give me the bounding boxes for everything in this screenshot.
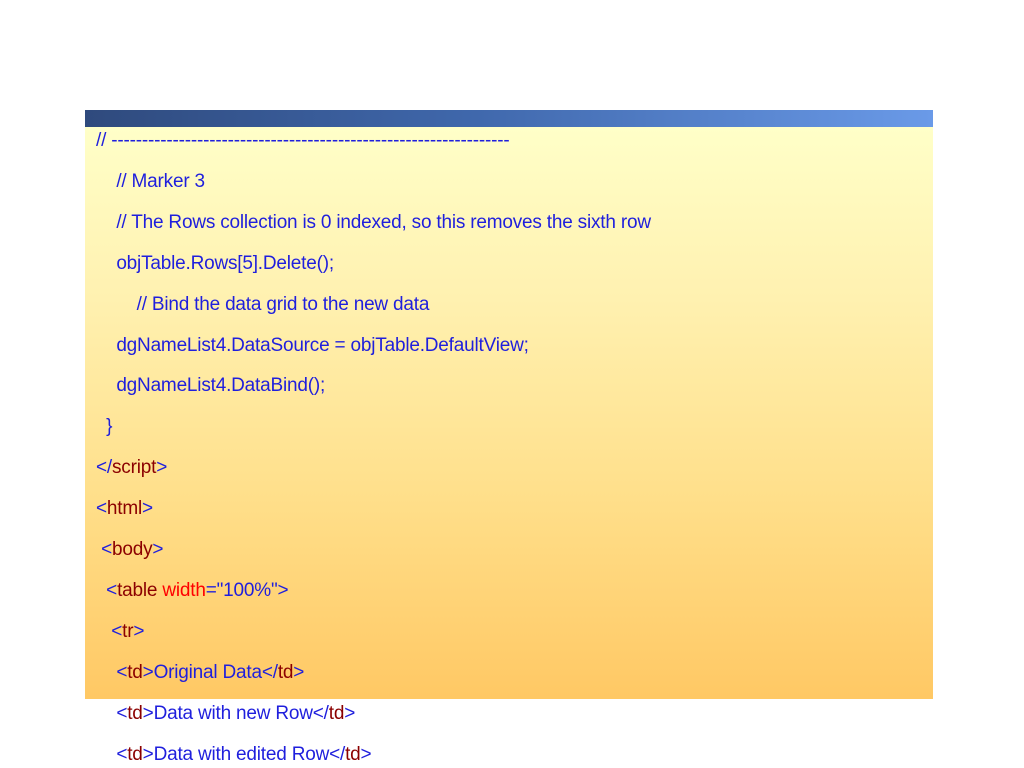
- code-line: dgNameList4.DataBind();: [96, 374, 325, 398]
- code-token: // Bind the data grid to the new data: [96, 293, 430, 315]
- code-token: <: [96, 661, 128, 683]
- code-token: td: [127, 743, 143, 765]
- code-token: >: [142, 498, 153, 520]
- code-token: script: [111, 457, 157, 479]
- code-token: ="100%">: [205, 579, 289, 601]
- code-token: td: [277, 661, 294, 683]
- code-token: >: [133, 620, 145, 642]
- code-line: </script>: [96, 456, 167, 480]
- code-token: >Data with new Row</: [142, 702, 329, 724]
- code-token: >: [293, 661, 305, 683]
- code-line: <td>Data with edited Row</td>: [96, 743, 371, 767]
- code-token: td: [127, 702, 143, 724]
- code-token: <: [96, 539, 112, 560]
- code-token: >: [152, 539, 164, 560]
- code-token: td: [345, 743, 361, 765]
- code-token: html: [106, 498, 143, 520]
- code-token: >Original Data</: [142, 661, 278, 683]
- code-token: width: [162, 579, 206, 601]
- code-token: >Data with edited Row</: [142, 743, 346, 765]
- code-line: objTable.Rows[5].Delete();: [96, 252, 334, 276]
- code-line: <tr>: [96, 620, 144, 644]
- code-token: <: [96, 702, 128, 724]
- code-token: objTable.Rows[5].Delete();: [96, 252, 334, 274]
- code-token: body: [111, 539, 153, 560]
- code-token: <: [96, 620, 123, 642]
- code-token: td: [328, 702, 345, 724]
- title-bar: [85, 110, 933, 127]
- code-line: <html>: [96, 497, 153, 521]
- code-token: td: [127, 661, 143, 683]
- code-line: }: [96, 415, 112, 439]
- code-line: // Marker 3: [96, 170, 205, 194]
- code-line: dgNameList4.DataSource = objTable.Defaul…: [96, 334, 529, 358]
- code-token: dgNameList4.DataSource = objTable.Defaul…: [96, 334, 529, 356]
- code-token: tr: [122, 620, 134, 642]
- code-token: </: [96, 457, 112, 479]
- code-line: // -------------------------------------…: [96, 129, 510, 153]
- code-token: // The Rows collection is 0 indexed, so …: [96, 211, 651, 233]
- code-line: <td>Original Data</td>: [96, 661, 304, 685]
- code-token: table: [117, 579, 163, 601]
- code-line: // Bind the data grid to the new data: [96, 293, 430, 317]
- code-token: // -------------------------------------…: [96, 130, 510, 151]
- code-token: }: [96, 416, 113, 438]
- code-line: // The Rows collection is 0 indexed, so …: [96, 211, 651, 235]
- code-token: <: [96, 743, 128, 765]
- code-line: <td>Data with new Row</td>: [96, 702, 355, 726]
- code-token: <: [96, 579, 118, 601]
- code-token: // Marker 3: [96, 170, 205, 192]
- code-token: <: [96, 498, 107, 520]
- code-line: <table width="100%">: [96, 579, 288, 603]
- code-token: >: [360, 743, 372, 765]
- code-token: dgNameList4.DataBind();: [96, 375, 326, 397]
- code-token: >: [344, 702, 356, 724]
- code-line: <body>: [96, 538, 163, 562]
- code-token: >: [156, 457, 168, 479]
- slide: // -------------------------------------…: [0, 0, 1024, 768]
